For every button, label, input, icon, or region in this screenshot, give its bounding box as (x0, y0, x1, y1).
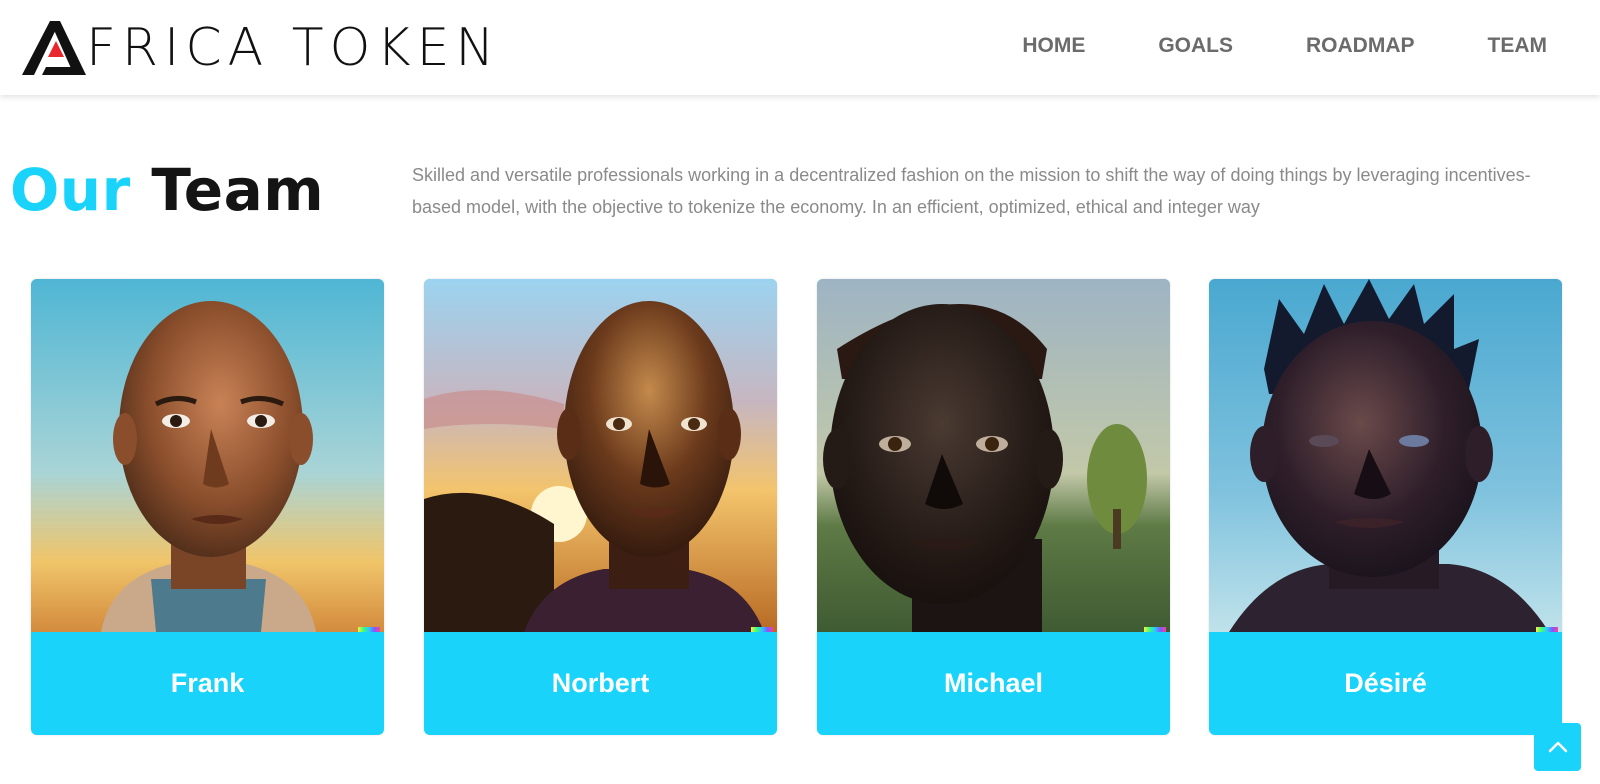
logo-triangle-icon (22, 21, 86, 75)
team-photo (817, 279, 1170, 632)
team-photo (424, 279, 777, 632)
team-card-frank[interactable]: Frank (31, 279, 384, 735)
nav-goals[interactable]: GOALS (1158, 30, 1233, 62)
title-accent: Our (10, 156, 131, 224)
team-card-norbert[interactable]: Norbert (424, 279, 777, 735)
brand-logo[interactable]: FRICA TOKEN (20, 18, 500, 78)
section-title: Our Team (10, 150, 324, 230)
title-main: Team (151, 156, 325, 224)
main-nav: HOME GOALS ROADMAP TEAM (1022, 30, 1547, 62)
nav-roadmap[interactable]: ROADMAP (1306, 30, 1415, 62)
team-photo (31, 279, 384, 632)
scroll-top-button[interactable] (1534, 723, 1581, 771)
section-description: Skilled and versatile professionals work… (412, 165, 1531, 217)
team-card-desire[interactable]: Désiré (1209, 279, 1562, 735)
nav-home[interactable]: HOME (1022, 30, 1085, 62)
team-card-michael[interactable]: Michael (817, 279, 1170, 735)
team-member-name: Michael (943, 668, 1044, 698)
site-header: FRICA TOKEN HOME GOALS ROADMAP TEAM (0, 0, 1600, 95)
chevron-up-icon (1548, 741, 1567, 753)
team-photo (1209, 279, 1562, 632)
team-member-name: Frank (170, 668, 245, 698)
team-member-name: Désiré (1344, 668, 1427, 698)
logo-text: FRICA TOKEN (86, 18, 501, 78)
nav-team[interactable]: TEAM (1488, 30, 1548, 62)
team-member-name: Norbert (551, 668, 650, 698)
